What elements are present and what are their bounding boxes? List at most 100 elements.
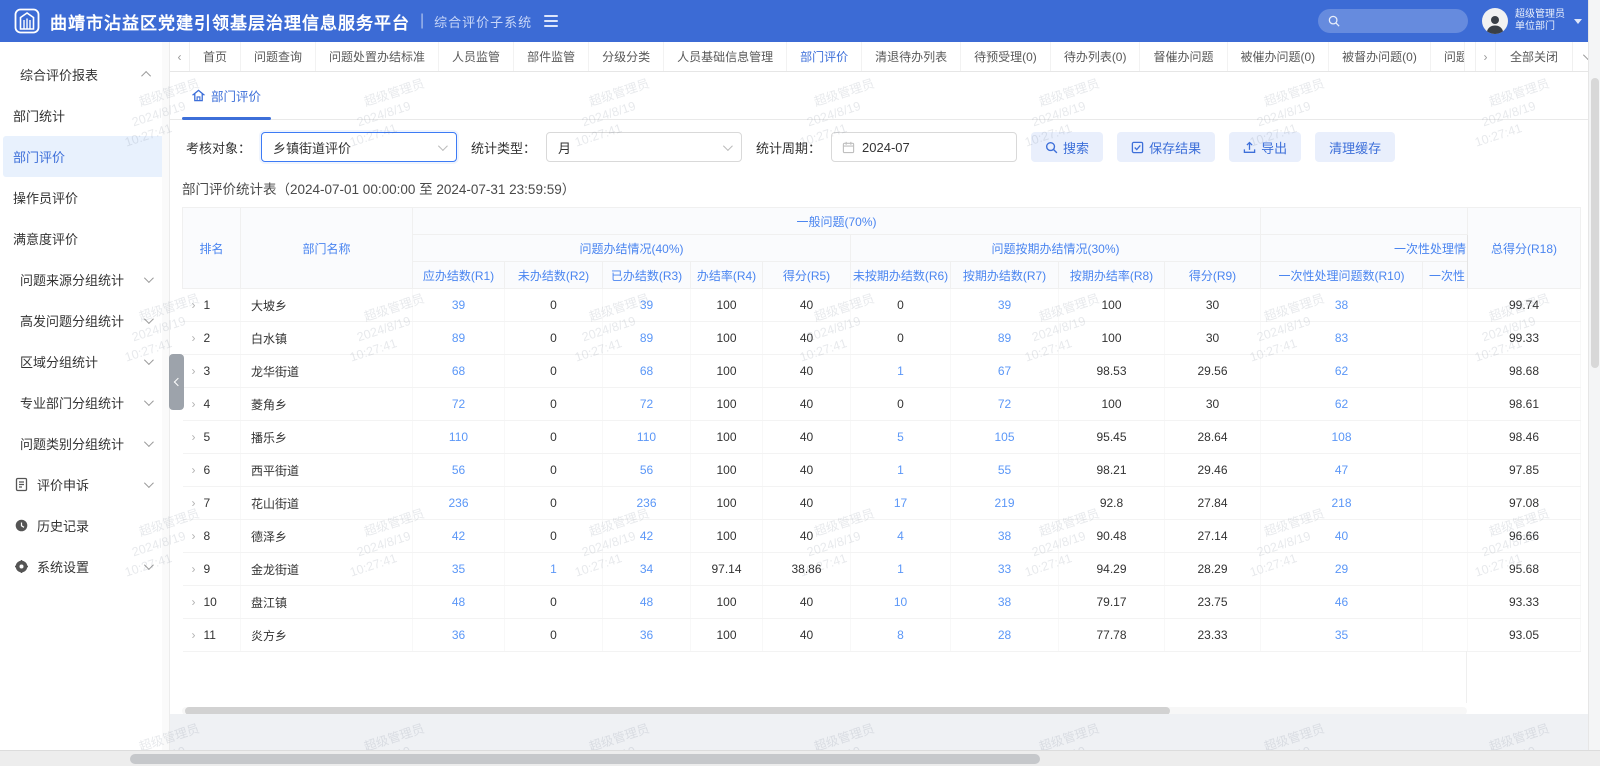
sidebar-item-1[interactable]: 部门统计 [0, 95, 169, 136]
value-link[interactable]: 218 [1332, 496, 1352, 510]
table-scrollbar-thumb[interactable] [185, 707, 1170, 714]
menu-icon[interactable] [544, 15, 558, 27]
tab-10[interactable]: 待办列表(0) [1051, 42, 1141, 71]
tab-scroll-left-icon[interactable]: ‹ [170, 42, 190, 71]
value-link[interactable]: 62 [1335, 364, 1348, 378]
value-link[interactable]: 72 [998, 397, 1011, 411]
value-link[interactable]: 110 [637, 430, 656, 444]
row-expand-and-rank[interactable]: ›8 [183, 520, 241, 553]
sidebar-item-9[interactable]: 问题类别分组统计 [0, 423, 169, 464]
sidebar-item-8[interactable]: 专业部门分组统计 [0, 382, 169, 423]
tab-7[interactable]: 部门评价 [787, 42, 862, 71]
row-expand-and-rank[interactable]: ›3 [183, 355, 241, 388]
row-expand-and-rank[interactable]: ›6 [183, 454, 241, 487]
value-link[interactable]: 39 [640, 298, 653, 312]
sidebar-item-12[interactable]: 系统设置 [0, 546, 169, 587]
value-link[interactable]: 72 [640, 397, 653, 411]
value-link[interactable]: 35 [452, 562, 465, 576]
value-link[interactable]: 1 [897, 463, 904, 477]
tab-4[interactable]: 部件监管 [514, 42, 589, 71]
tab-5[interactable]: 分级分类 [589, 42, 664, 71]
value-link[interactable]: 236 [636, 496, 656, 510]
sidebar-item-10[interactable]: 评价申诉 [0, 464, 169, 505]
value-link[interactable]: 83 [1335, 331, 1348, 345]
row-expand-and-rank[interactable]: ›7 [183, 487, 241, 520]
sidebar-scrollbar[interactable] [162, 42, 169, 750]
expand-row-icon[interactable]: › [192, 463, 196, 477]
value-link[interactable]: 1 [897, 364, 904, 378]
tab-2[interactable]: 问题处置办结标准 [316, 42, 439, 71]
value-link[interactable]: 55 [998, 463, 1011, 477]
value-link[interactable]: 8 [897, 628, 904, 642]
sidebar-item-3[interactable]: 操作员评价 [0, 177, 169, 218]
expand-row-icon[interactable]: › [192, 397, 196, 411]
clear-cache-button[interactable]: 清理缓存 [1315, 132, 1395, 162]
value-link[interactable]: 68 [452, 364, 465, 378]
value-link[interactable]: 219 [994, 496, 1014, 510]
expand-row-icon[interactable]: › [192, 430, 196, 444]
value-link[interactable]: 56 [640, 463, 653, 477]
user-menu[interactable]: 超级管理员 单位部门 [1482, 8, 1582, 34]
value-link[interactable]: 28 [998, 628, 1011, 642]
row-expand-and-rank[interactable]: ›11 [183, 619, 241, 652]
row-expand-and-rank[interactable]: ›5 [183, 421, 241, 454]
value-link[interactable]: 1 [897, 562, 904, 576]
value-link[interactable]: 62 [1335, 397, 1348, 411]
value-link[interactable]: 89 [998, 331, 1011, 345]
expand-row-icon[interactable]: › [192, 496, 196, 510]
assess-object-select[interactable]: 乡镇街道评价 [261, 132, 457, 162]
value-link[interactable]: 39 [998, 298, 1011, 312]
tab-0[interactable]: 首页 [190, 42, 241, 71]
value-link[interactable]: 72 [452, 397, 465, 411]
tab-11[interactable]: 督催办问题 [1140, 42, 1227, 71]
page-tab-department-evaluation[interactable]: 部门评价 [182, 72, 271, 119]
value-link[interactable]: 39 [452, 298, 465, 312]
value-link[interactable]: 4 [897, 529, 904, 543]
sidebar-item-6[interactable]: 高发问题分组统计 [0, 300, 169, 341]
close-all-tabs-button[interactable]: 全部关闭 [1495, 42, 1572, 71]
row-expand-and-rank[interactable]: ›1 [183, 289, 241, 322]
value-link[interactable]: 10 [894, 595, 907, 609]
value-link[interactable]: 108 [1332, 430, 1352, 444]
value-link[interactable]: 35 [1335, 628, 1348, 642]
value-link[interactable]: 236 [448, 496, 468, 510]
row-expand-and-rank[interactable]: ›10 [183, 586, 241, 619]
value-link[interactable]: 56 [452, 463, 465, 477]
page-vscroll-thumb[interactable] [1591, 78, 1599, 368]
value-link[interactable]: 17 [894, 496, 907, 510]
value-link[interactable]: 34 [640, 562, 653, 576]
expand-row-icon[interactable]: › [192, 298, 196, 312]
tab-14[interactable]: 问题 [1431, 42, 1465, 71]
sidebar-item-4[interactable]: 满意度评价 [0, 218, 169, 259]
value-link[interactable]: 38 [998, 595, 1011, 609]
stat-type-select[interactable]: 月 [546, 132, 742, 162]
expand-row-icon[interactable]: › [192, 562, 196, 576]
page-hscroll-thumb[interactable] [130, 754, 1040, 764]
value-link[interactable]: 38 [1335, 298, 1348, 312]
value-link[interactable]: 68 [640, 364, 653, 378]
sidebar-item-11[interactable]: 历史记录 [0, 505, 169, 546]
sidebar-item-0[interactable]: 综合评价报表 [0, 54, 169, 95]
expand-row-icon[interactable]: › [192, 628, 196, 642]
value-link[interactable]: 47 [1335, 463, 1348, 477]
save-results-button[interactable]: 保存结果 [1117, 132, 1215, 162]
table-horizontal-scrollbar[interactable] [182, 707, 1467, 714]
search-button[interactable]: 搜索 [1031, 132, 1103, 162]
value-link[interactable]: 36 [452, 628, 465, 642]
value-link[interactable]: 42 [640, 529, 653, 543]
value-link[interactable]: 5 [897, 430, 904, 444]
value-link[interactable]: 46 [1335, 595, 1348, 609]
value-link[interactable]: 48 [640, 595, 653, 609]
page-horizontal-scrollbar[interactable] [0, 750, 1600, 766]
row-expand-and-rank[interactable]: ›9 [183, 553, 241, 586]
value-link[interactable]: 42 [452, 529, 465, 543]
tab-9[interactable]: 待预受理(0) [961, 42, 1051, 71]
value-link[interactable]: 33 [998, 562, 1011, 576]
value-link[interactable]: 29 [1335, 562, 1348, 576]
value-link[interactable]: 36 [640, 628, 653, 642]
value-link[interactable]: 40 [1335, 529, 1348, 543]
value-link[interactable]: 89 [640, 331, 653, 345]
expand-row-icon[interactable]: › [192, 331, 196, 345]
stat-period-input[interactable]: 2024-07 [831, 132, 1017, 162]
sidebar-item-5[interactable]: 问题来源分组统计 [0, 259, 169, 300]
